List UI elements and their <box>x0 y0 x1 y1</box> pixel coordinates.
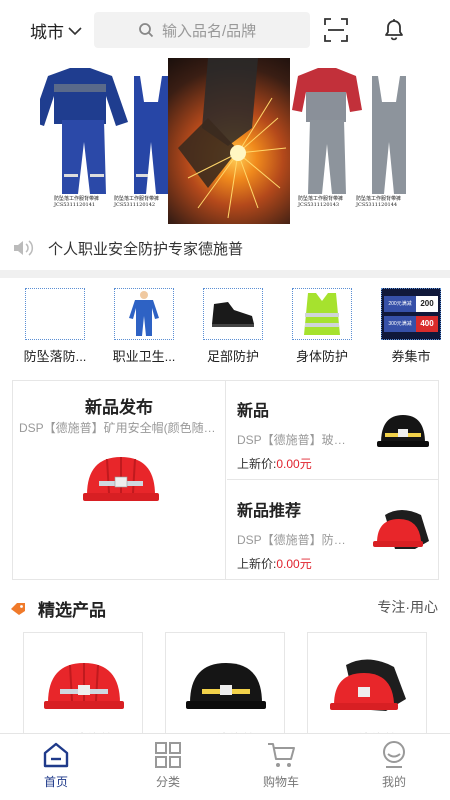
search-input[interactable]: 输入品名/品牌 <box>162 20 256 41</box>
red-helmet-image <box>44 663 124 709</box>
coupon-amount: 200 <box>416 296 438 312</box>
category-foot-protection[interactable]: 足部防护 <box>191 288 275 365</box>
coupon-tag: 300元满减 <box>384 316 416 332</box>
promo-banner[interactable]: 防坠落工作服背带裤JCS5311120141 防坠落工作服背带裤JCS53111… <box>40 58 412 224</box>
product-card[interactable]: DSP【德施普 <box>307 632 427 742</box>
tag-icon <box>11 602 25 615</box>
product-card[interactable]: DSP【德施普 <box>165 632 285 742</box>
new-item-desc: DSP【德施普】玻璃钢安全帽 <box>237 433 349 447</box>
tab-label: 我的 <box>381 775 406 789</box>
search-box[interactable]: 输入品名/品牌 <box>94 12 310 48</box>
section-divider <box>0 270 450 278</box>
price-value: 0.00元 <box>276 557 312 571</box>
home-icon <box>43 742 69 768</box>
tab-label: 购物车 <box>262 775 299 789</box>
new-recommend-desc: DSP【德施普】防寒安全帽 <box>237 533 349 547</box>
category-occupational-health[interactable]: 职业卫生... <box>102 288 186 365</box>
new-release-card[interactable]: 新品发布 DSP【德施普】矿用安全帽(颜色随机) <box>13 381 226 579</box>
coupon-amount: 400 <box>416 316 438 332</box>
category-thumbnail: 200元满减 200 300元满减 400 <box>381 288 441 340</box>
black-helmet-image <box>377 415 429 447</box>
category-fall-protection[interactable]: 防坠落防... <box>13 288 97 365</box>
announcement-bar[interactable]: 个人职业安全防护专家德施普 <box>12 236 243 260</box>
banner-caption-2: 防坠落工作服背带裤JCS5311120142 <box>114 196 160 208</box>
tab-label: 分类 <box>155 775 180 789</box>
profile-icon <box>383 741 405 768</box>
price-value: 0.00元 <box>276 457 312 471</box>
coupon-ticket: 300元满减 400 <box>384 316 438 332</box>
coupon-ticket: 200元满减 200 <box>384 296 438 312</box>
cart-icon <box>268 743 295 767</box>
product-card[interactable]: DSP【德施普 <box>23 632 143 742</box>
category-label: 防坠落防... <box>23 349 87 364</box>
category-thumbnail <box>114 288 174 340</box>
banner-caption-1: 防坠落工作服背带裤JCS5311120141 <box>54 196 100 208</box>
chevron-down-icon <box>68 26 82 35</box>
top-bar: 城市 输入品名/品牌 <box>0 0 450 60</box>
welding-sparks-image <box>168 58 290 224</box>
category-label: 身体防护 <box>295 349 348 364</box>
category-label: 职业卫生... <box>112 349 176 364</box>
category-thumbnail <box>203 288 263 340</box>
winter-helmet-image <box>330 659 406 711</box>
selected-products-subtitle: 专注·用心 <box>377 599 438 615</box>
banner-caption-4: 防坠落工作服背带裤JCS5311120144 <box>356 196 402 208</box>
selected-products-header: 精选产品 <box>10 596 106 621</box>
city-selector[interactable]: 城市 <box>30 18 82 43</box>
price-label: 上新价: <box>237 557 277 571</box>
price-label: 上新价: <box>237 457 277 471</box>
category-coupon-market[interactable]: 200元满减 200 300元满减 400 券集市 <box>369 288 450 365</box>
tab-cart[interactable]: 购物车 <box>241 740 321 790</box>
workwear-vest-image <box>292 68 406 194</box>
category-thumbnail <box>292 288 352 340</box>
new-recommend-card[interactable]: 新品推荐 DSP【德施普】防寒安全帽 上新价:0.00元 <box>227 481 439 580</box>
new-item-card[interactable]: 新品 DSP【德施普】玻璃钢安全帽 上新价:0.00元 <box>227 381 439 480</box>
category-body-protection[interactable]: 身体防护 <box>280 288 364 365</box>
coverall-icon <box>129 291 159 336</box>
red-helmet-image <box>83 457 159 501</box>
tab-label: 首页 <box>43 775 68 789</box>
tab-home[interactable]: 首页 <box>16 740 96 790</box>
bell-icon[interactable] <box>381 16 407 42</box>
new-release-desc: DSP【德施普】矿用安全帽(颜色随机) <box>19 421 219 435</box>
category-label: 足部防护 <box>206 349 259 364</box>
category-thumbnail <box>25 288 85 340</box>
new-recommend-title: 新品推荐 <box>237 503 302 520</box>
new-item-price: 上新价:0.00元 <box>237 455 312 472</box>
new-products-panel: 新品发布 DSP【德施普】矿用安全帽(颜色随机) 新品 DSP【德施普】玻璃钢安… <box>12 380 439 580</box>
tab-category[interactable]: 分类 <box>128 740 208 790</box>
category-label: 券集市 <box>391 349 431 364</box>
app-page: 城市 输入品名/品牌 防坠落工作服背带裤JCS5311120141 防坠落工作服… <box>0 0 450 800</box>
coupon-tag: 200元满减 <box>384 296 416 312</box>
new-release-title: 新品发布 <box>85 398 153 417</box>
black-helmet-image <box>186 663 266 709</box>
announcement-text: 个人职业安全防护专家德施普 <box>48 240 244 258</box>
city-label: 城市 <box>30 23 64 42</box>
new-recommend-price: 上新价:0.00元 <box>237 555 312 572</box>
speaker-icon <box>14 240 34 256</box>
category-row: 防坠落防... 职业卫生... 足部防护 身体防护 200元满减 200 300… <box>0 288 450 368</box>
grid-icon <box>155 742 181 768</box>
search-icon <box>139 23 154 38</box>
new-item-title: 新品 <box>237 403 270 420</box>
selected-products-title: 精选产品 <box>38 601 106 620</box>
bottom-tab-bar: 首页 分类 购物车 我的 <box>0 733 450 800</box>
workwear-jacket-image <box>40 68 168 194</box>
scan-icon[interactable] <box>323 17 349 43</box>
tab-profile[interactable]: 我的 <box>354 740 434 790</box>
safety-shoe-icon <box>212 302 254 327</box>
winter-helmet-image <box>373 510 429 549</box>
reflective-vest-icon <box>304 293 340 335</box>
banner-caption-3: 防坠落工作服背带裤JCS5311120143 <box>298 196 344 208</box>
